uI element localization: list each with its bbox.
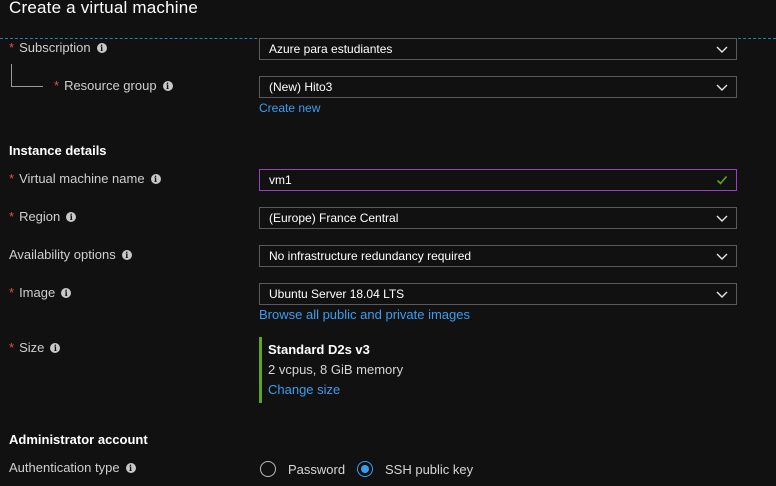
tree-connector-horizontal [11,86,43,87]
chevron-down-icon [716,46,728,53]
availability-value: No infrastructure redundancy required [269,249,472,263]
checkmark-icon [716,175,728,185]
resource-group-dropdown[interactable]: (New) Hito3 [259,76,737,98]
auth-option-password[interactable]: Password [260,461,345,477]
radio-dot [361,465,369,473]
size-spec: 2 vcpus, 8 GiB memory [268,362,404,377]
availability-label: Availability options i [9,247,132,262]
region-label-text: Region [19,209,61,224]
subscription-value: Azure para estudiantes [269,42,393,56]
resource-group-label: * Resource group i [54,78,173,93]
info-icon[interactable]: i [66,211,77,222]
subscription-dropdown[interactable]: Azure para estudiantes [259,38,737,60]
chevron-down-icon [716,291,728,298]
auth-option-password-label: Password [288,461,346,477]
size-selected-bar [259,337,262,403]
vm-name-value: vm1 [269,173,292,187]
image-label-text: Image [19,285,56,300]
info-icon[interactable]: i [50,342,61,353]
chevron-down-icon [716,253,728,260]
region-value: (Europe) France Central [269,211,399,225]
info-icon[interactable]: i [96,42,107,53]
info-icon[interactable]: i [121,249,132,260]
admin-account-heading: Administrator account [9,432,148,447]
availability-label-text: Availability options [9,247,116,262]
image-label: * Image i [9,285,72,300]
create-new-link[interactable]: Create new [259,101,320,115]
page-title: Create a virtual machine [9,0,199,17]
required-marker: * [9,40,15,55]
vm-name-label: * Virtual machine name i [9,171,161,186]
auth-type-label-text: Authentication type [9,460,120,475]
info-icon[interactable]: i [61,287,72,298]
auth-type-label: Authentication type i [9,460,136,475]
info-icon[interactable]: i [125,462,136,473]
image-dropdown[interactable]: Ubuntu Server 18.04 LTS [259,283,737,305]
auth-option-ssh-label: SSH public key [385,461,474,477]
required-marker: * [9,340,15,355]
resource-group-label-text: Resource group [64,78,157,93]
availability-dropdown[interactable]: No infrastructure redundancy required [259,245,737,267]
auth-option-ssh[interactable]: SSH public key [357,461,473,477]
radio-checked[interactable] [357,461,373,477]
required-marker: * [9,171,15,186]
image-value: Ubuntu Server 18.04 LTS [269,287,405,301]
browse-images-link[interactable]: Browse all public and private images [259,307,470,322]
chevron-down-icon [716,84,728,91]
size-label-text: Size [19,340,45,355]
radio-unchecked[interactable] [260,461,276,477]
subscription-label-text: Subscription [19,40,91,55]
instance-details-heading: Instance details [9,143,107,158]
size-label: * Size i [9,340,61,355]
required-marker: * [9,285,15,300]
region-label: * Region i [9,209,77,224]
info-icon[interactable]: i [150,173,161,184]
required-marker: * [54,78,60,93]
region-dropdown[interactable]: (Europe) France Central [259,207,737,229]
tree-connector-vertical [11,64,12,86]
change-size-link[interactable]: Change size [268,382,340,397]
info-icon[interactable]: i [162,80,173,91]
vm-name-label-text: Virtual machine name [19,171,145,186]
subscription-label: * Subscription i [9,40,107,55]
vm-name-input[interactable]: vm1 [259,169,737,191]
required-marker: * [9,209,15,224]
resource-group-value: (New) Hito3 [269,80,333,94]
chevron-down-icon [716,215,728,222]
size-name: Standard D2s v3 [268,342,370,357]
